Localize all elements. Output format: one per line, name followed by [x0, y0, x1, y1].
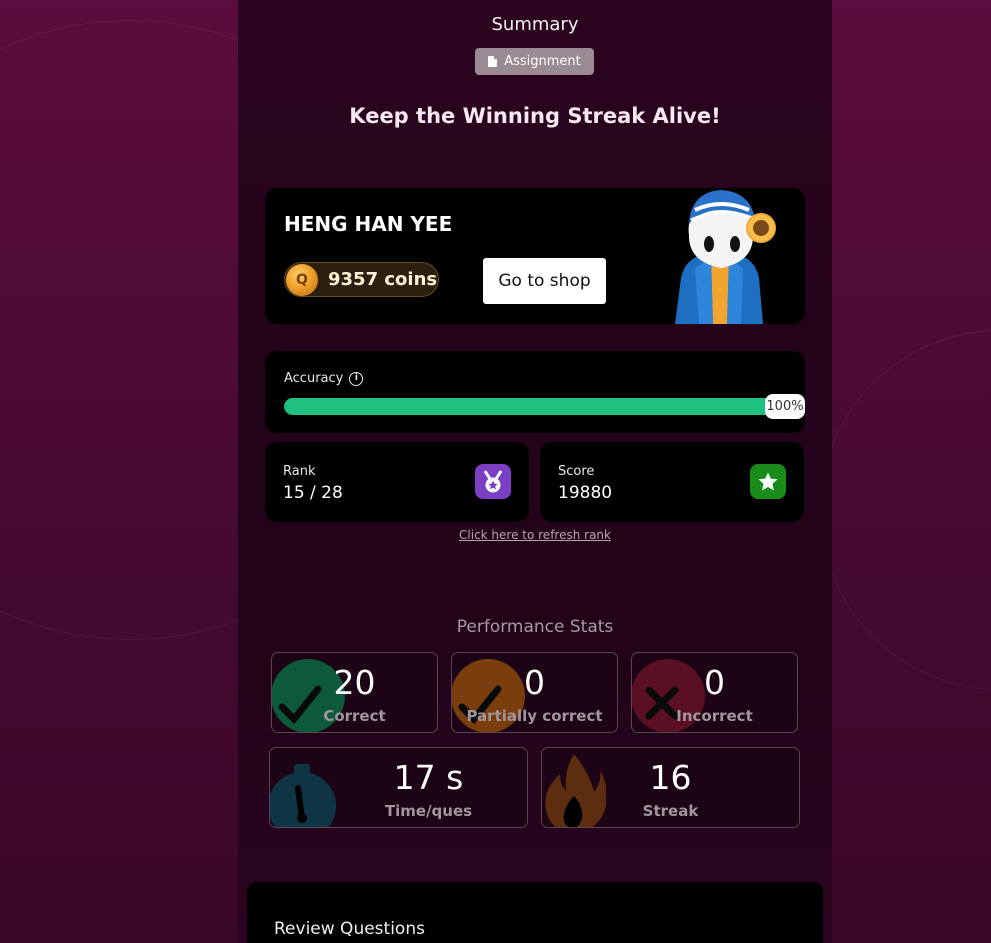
- motivation-headline: Keep the Winning Streak Alive!: [349, 104, 721, 128]
- summary-column: Summary Assignment Keep the Winning Stre…: [238, 0, 832, 943]
- time-per-question-label: Time/ques: [384, 802, 473, 820]
- rank-value: 15 / 28: [283, 483, 343, 503]
- accuracy-percent: 100%: [765, 394, 805, 419]
- assignment-chip: Assignment: [475, 48, 594, 75]
- streak-stat: 16 Streak: [541, 747, 800, 828]
- accuracy-heading: Accuracy i: [284, 371, 364, 386]
- correct-label: Correct: [323, 707, 386, 725]
- profile-card: HENG HAN YEE Q 9357 coins Go to shop: [265, 188, 805, 324]
- review-questions-title: Review Questions: [274, 919, 425, 939]
- partially-correct-count: 0: [524, 663, 545, 702]
- accuracy-label: Accuracy: [284, 371, 344, 386]
- partially-correct-label: Partially correct: [466, 707, 603, 725]
- partially-correct-stat: 0 Partially correct: [451, 652, 618, 733]
- rank-card: Rank 15 / 28: [265, 442, 529, 522]
- score-value: 19880: [558, 483, 613, 503]
- review-questions-section: Review Questions: [247, 882, 823, 943]
- player-name: HENG HAN YEE: [284, 212, 453, 236]
- accuracy-progress-bar: [284, 398, 784, 415]
- correct-stat: 20 Correct: [271, 652, 438, 733]
- coins-count: 9357 coins: [328, 269, 438, 290]
- accuracy-progress-fill: [284, 398, 784, 415]
- score-card: Score 19880: [540, 442, 804, 522]
- medal-icon: [475, 464, 511, 499]
- info-icon[interactable]: i: [349, 371, 364, 386]
- assignment-chip-label: Assignment: [504, 54, 581, 69]
- coins-balance: Q 9357 coins: [284, 262, 439, 297]
- score-label: Score: [558, 464, 595, 479]
- go-to-shop-button[interactable]: Go to shop: [483, 258, 606, 304]
- streak-label: Streak: [642, 802, 699, 820]
- star-icon: [750, 464, 786, 499]
- accuracy-card: Accuracy i 100%: [265, 351, 805, 433]
- correct-count: 20: [333, 663, 376, 702]
- coin-icon: Q: [286, 263, 318, 296]
- page-title: Summary: [491, 14, 579, 35]
- time-per-question-value: 17 s: [393, 758, 464, 797]
- time-per-question-stat: 17 s Time/ques: [269, 747, 528, 828]
- incorrect-count: 0: [704, 663, 725, 702]
- incorrect-stat: 0 Incorrect: [631, 652, 798, 733]
- document-icon: [488, 56, 498, 67]
- performance-stats-title: Performance Stats: [456, 617, 614, 637]
- incorrect-label: Incorrect: [676, 707, 753, 725]
- mascot-avatar: [675, 190, 776, 324]
- rank-label: Rank: [283, 464, 316, 479]
- streak-value: 16: [649, 758, 692, 797]
- refresh-rank-link[interactable]: Click here to refresh rank: [238, 528, 832, 542]
